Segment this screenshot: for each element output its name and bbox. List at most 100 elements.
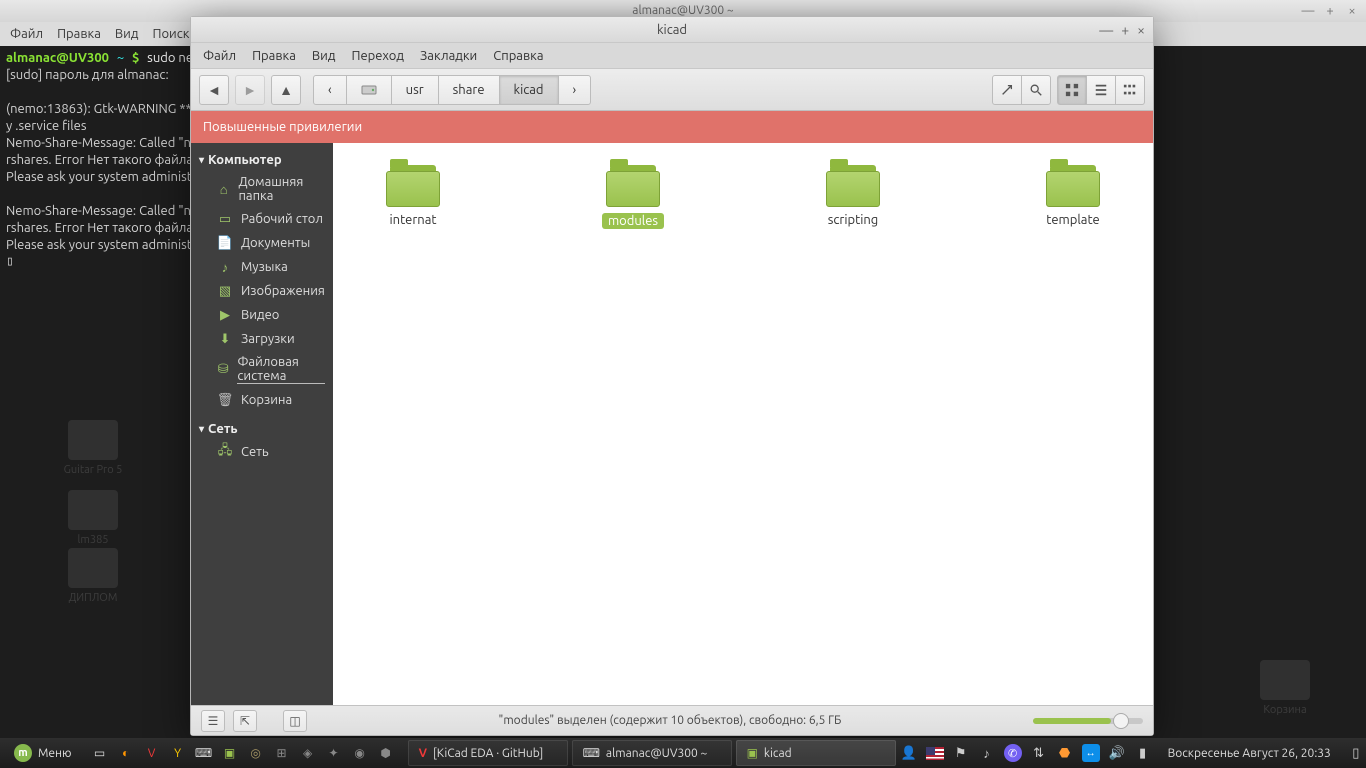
- task-files[interactable]: ▣kicad: [736, 740, 896, 766]
- path-seg-share[interactable]: share: [438, 75, 500, 105]
- fm-toolbar: ◄ ► ▲ ‹ usr share kicad ›: [191, 69, 1153, 111]
- ql-firefox[interactable]: ◐: [114, 741, 138, 765]
- mint-logo-icon: m: [14, 744, 32, 762]
- tray-updates-icon[interactable]: ⚑: [952, 744, 970, 762]
- fm-maximize-button[interactable]: +: [1121, 17, 1129, 43]
- sidebar-section-computer[interactable]: ▾Компьютер: [191, 149, 333, 171]
- ql-app2[interactable]: ⊞: [270, 741, 294, 765]
- tray-viber-icon[interactable]: ✆: [1004, 744, 1022, 762]
- vivaldi-icon: V: [419, 747, 427, 760]
- path-root-disk[interactable]: [346, 75, 392, 105]
- sidebar-item-network[interactable]: 🖧Сеть: [191, 440, 333, 464]
- folder-icon: [386, 163, 440, 207]
- show-places-button[interactable]: ☰: [201, 710, 225, 732]
- ql-app1[interactable]: ◎: [244, 741, 268, 765]
- ql-show-desktop[interactable]: ▭: [88, 741, 112, 765]
- tray-sound-icon[interactable]: ♪: [978, 744, 996, 762]
- music-icon: ♪: [217, 259, 233, 275]
- up-button[interactable]: ▲: [271, 75, 301, 105]
- path-prev-button[interactable]: ‹: [313, 75, 347, 105]
- desktop-icon[interactable]: ДИПЛОМ: [48, 548, 138, 604]
- terminal-close-button[interactable]: ×: [1344, 0, 1360, 22]
- fm-minimize-button[interactable]: —: [1099, 17, 1113, 43]
- fm-menu-edit[interactable]: Правка: [252, 49, 296, 63]
- terminal-menu-edit[interactable]: Правка: [57, 27, 101, 41]
- desktop-icon[interactable]: Guitar Pro 5: [48, 420, 138, 476]
- folder-scripting[interactable]: scripting: [803, 163, 903, 229]
- tray-volume-icon[interactable]: 🔊: [1108, 744, 1126, 762]
- zoom-slider[interactable]: [1033, 718, 1143, 724]
- toggle-sidebar-button[interactable]: ◫: [283, 710, 307, 732]
- task-browser[interactable]: V[KiCad EDA · GitHub]: [408, 740, 568, 766]
- ql-yandex[interactable]: Y: [166, 741, 190, 765]
- folder-modules[interactable]: modules: [583, 163, 683, 229]
- list-view-button[interactable]: [1086, 75, 1116, 105]
- sidebar-section-network[interactable]: ▾Сеть: [191, 418, 333, 440]
- ql-app4[interactable]: ✦: [322, 741, 346, 765]
- folder-internat[interactable]: internat: [363, 163, 463, 229]
- terminal-maximize-button[interactable]: +: [1322, 0, 1338, 22]
- disk-icon: ⛁: [217, 362, 229, 378]
- fm-menu-bookmarks[interactable]: Закладки: [420, 49, 477, 63]
- ql-app6[interactable]: ⬢: [374, 741, 398, 765]
- desktop-icon[interactable]: lm385: [48, 490, 138, 546]
- clock[interactable]: Воскресенье Август 26, 20:33: [1160, 747, 1339, 760]
- fm-menubar: Файл Правка Вид Переход Закладки Справка: [191, 43, 1153, 69]
- ql-vivaldi[interactable]: V: [140, 741, 164, 765]
- folder-icon: ▣: [747, 746, 758, 760]
- terminal-menu-view[interactable]: Вид: [115, 27, 139, 41]
- ql-files[interactable]: ▣: [218, 741, 242, 765]
- path-seg-usr[interactable]: usr: [391, 75, 439, 105]
- fm-menu-go[interactable]: Переход: [351, 49, 404, 63]
- path-seg-kicad[interactable]: kicad: [499, 75, 559, 105]
- sidebar-item-downloads[interactable]: ⬇Загрузки: [191, 327, 333, 351]
- tray-keyboard-layout[interactable]: [926, 744, 944, 762]
- desktop-icon: ▭: [217, 211, 233, 227]
- terminal-menu-file[interactable]: Файл: [10, 27, 43, 41]
- tray-network-icon[interactable]: ⇅: [1030, 744, 1048, 762]
- search-button[interactable]: [1021, 75, 1051, 105]
- terminal-menu-search[interactable]: Поиск: [152, 27, 189, 41]
- tray-show-desktop[interactable]: ▯: [1347, 744, 1365, 762]
- path-next-button[interactable]: ›: [558, 75, 592, 105]
- ql-app5[interactable]: ◉: [348, 741, 372, 765]
- folder-icon: [1046, 163, 1100, 207]
- task-list: V[KiCad EDA · GitHub] ⌨almanac@UV300 ~ ▣…: [408, 740, 896, 766]
- ql-app3[interactable]: ◈: [296, 741, 320, 765]
- fm-menu-help[interactable]: Справка: [493, 49, 543, 63]
- folder-icon: [606, 163, 660, 207]
- fm-title: kicad: [657, 23, 687, 37]
- content-area[interactable]: internat modules scripting template: [333, 143, 1153, 705]
- system-tray: 👤 ⚑ ♪ ✆ ⇅ ⬣ ↔ 🔊 ▮ Воскресенье Август 26,…: [900, 744, 1365, 762]
- sidebar-item-music[interactable]: ♪Музыка: [191, 255, 333, 279]
- ql-terminal[interactable]: ⌨: [192, 741, 216, 765]
- fm-titlebar[interactable]: kicad — + ×: [191, 17, 1153, 43]
- fm-menu-view[interactable]: Вид: [312, 49, 336, 63]
- tray-shield-icon[interactable]: ⬣: [1056, 744, 1074, 762]
- fm-menu-file[interactable]: Файл: [203, 49, 236, 63]
- task-terminal[interactable]: ⌨almanac@UV300 ~: [572, 740, 732, 766]
- sidebar-item-trash[interactable]: 🗑Корзина: [191, 388, 333, 412]
- toggle-location-button[interactable]: [992, 75, 1022, 105]
- compact-view-button[interactable]: [1115, 75, 1145, 105]
- back-button[interactable]: ◄: [199, 75, 229, 105]
- desktop-icon-trash[interactable]: Корзина: [1240, 660, 1330, 716]
- tray-teamviewer-icon[interactable]: ↔: [1082, 744, 1100, 762]
- sidebar-item-home[interactable]: ⌂Домашняя папка: [191, 171, 333, 207]
- fm-close-button[interactable]: ×: [1137, 17, 1145, 43]
- forward-button[interactable]: ►: [235, 75, 265, 105]
- sidebar-item-desktop[interactable]: ▭Рабочий стол: [191, 207, 333, 231]
- show-tree-button[interactable]: ⇱: [233, 710, 257, 732]
- sidebar-item-documents[interactable]: 📄Документы: [191, 231, 333, 255]
- sidebar-item-filesystem[interactable]: ⛁Файловая система: [191, 351, 333, 388]
- terminal-minimize-button[interactable]: —: [1300, 0, 1316, 22]
- folder-icon: [826, 163, 880, 207]
- sidebar-item-pictures[interactable]: ▧Изображения: [191, 279, 333, 303]
- sidebar: ▾Компьютер ⌂Домашняя папка ▭Рабочий стол…: [191, 143, 333, 705]
- start-menu-button[interactable]: m Меню: [6, 740, 80, 766]
- sidebar-item-videos[interactable]: ▶Видео: [191, 303, 333, 327]
- tray-user-icon[interactable]: 👤: [900, 744, 918, 762]
- icon-view-button[interactable]: [1057, 75, 1087, 105]
- tray-battery-icon[interactable]: ▮: [1134, 744, 1152, 762]
- folder-template[interactable]: template: [1023, 163, 1123, 229]
